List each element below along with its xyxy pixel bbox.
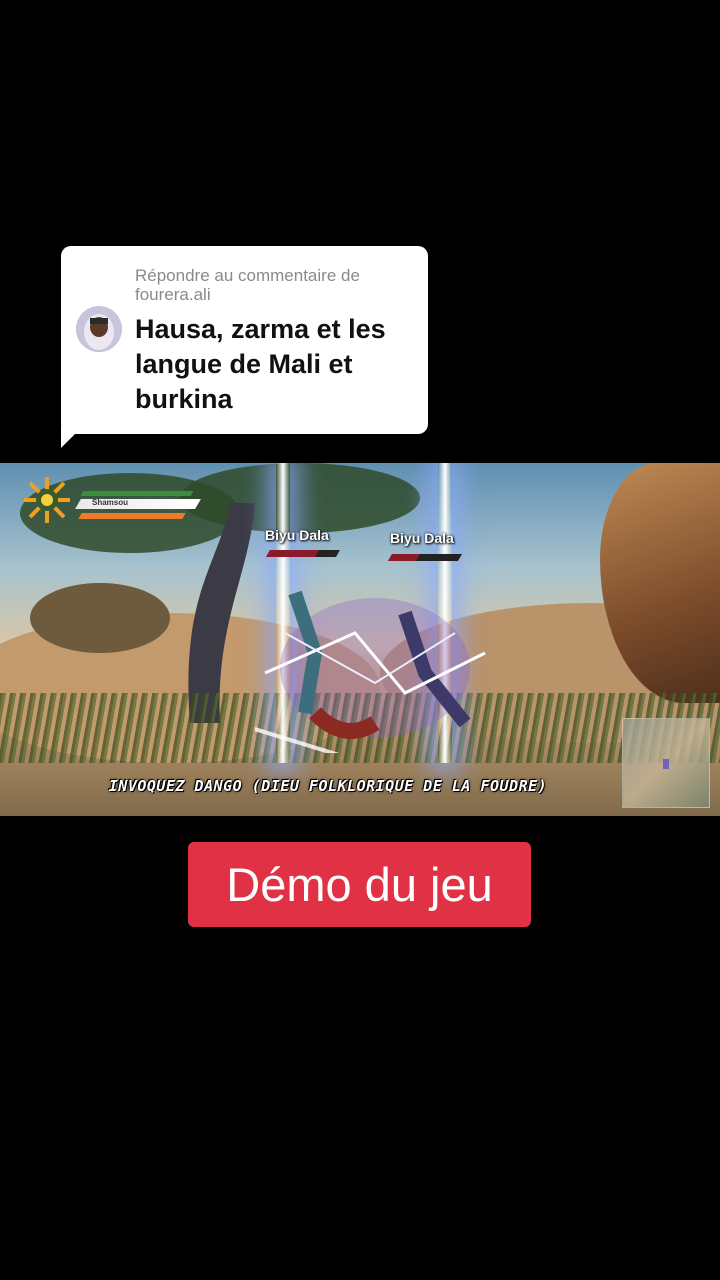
fighters-combat [255, 590, 486, 753]
enemy-name-1: Biyu Dala [265, 527, 329, 543]
game-video-frame[interactable]: Biyu Dala Biyu Dala Shamsou INVOQUEZ DAN… [0, 463, 720, 816]
player-name: Shamsou [92, 498, 129, 507]
player-health-bar [78, 513, 186, 519]
avatar [76, 306, 122, 352]
game-demo-button[interactable]: Démo du jeu [188, 842, 531, 927]
enemy-name-2: Biyu Dala [390, 530, 454, 546]
reply-comment-bubble[interactable]: Répondre au commentaire de fourera.ali H… [61, 246, 428, 434]
player-stamina-bar [80, 491, 194, 496]
player-hud: Shamsou [22, 475, 201, 525]
game-subtitle: INVOQUEZ DANGO (DIEU FOLKLORIQUE DE LA F… [108, 777, 548, 795]
avatar-image [76, 306, 122, 352]
rock-left [30, 583, 170, 653]
comment-text: Hausa, zarma et les langue de Mali et bu… [135, 314, 386, 414]
enemy-health-bar-2 [387, 554, 463, 561]
sun-emblem-icon [24, 477, 70, 523]
enemy-health-bar-1 [265, 550, 341, 557]
reply-label: Répondre au commentaire de fourera.ali [135, 266, 360, 304]
minimap-marker [663, 759, 669, 769]
bubble-tail [61, 426, 83, 448]
